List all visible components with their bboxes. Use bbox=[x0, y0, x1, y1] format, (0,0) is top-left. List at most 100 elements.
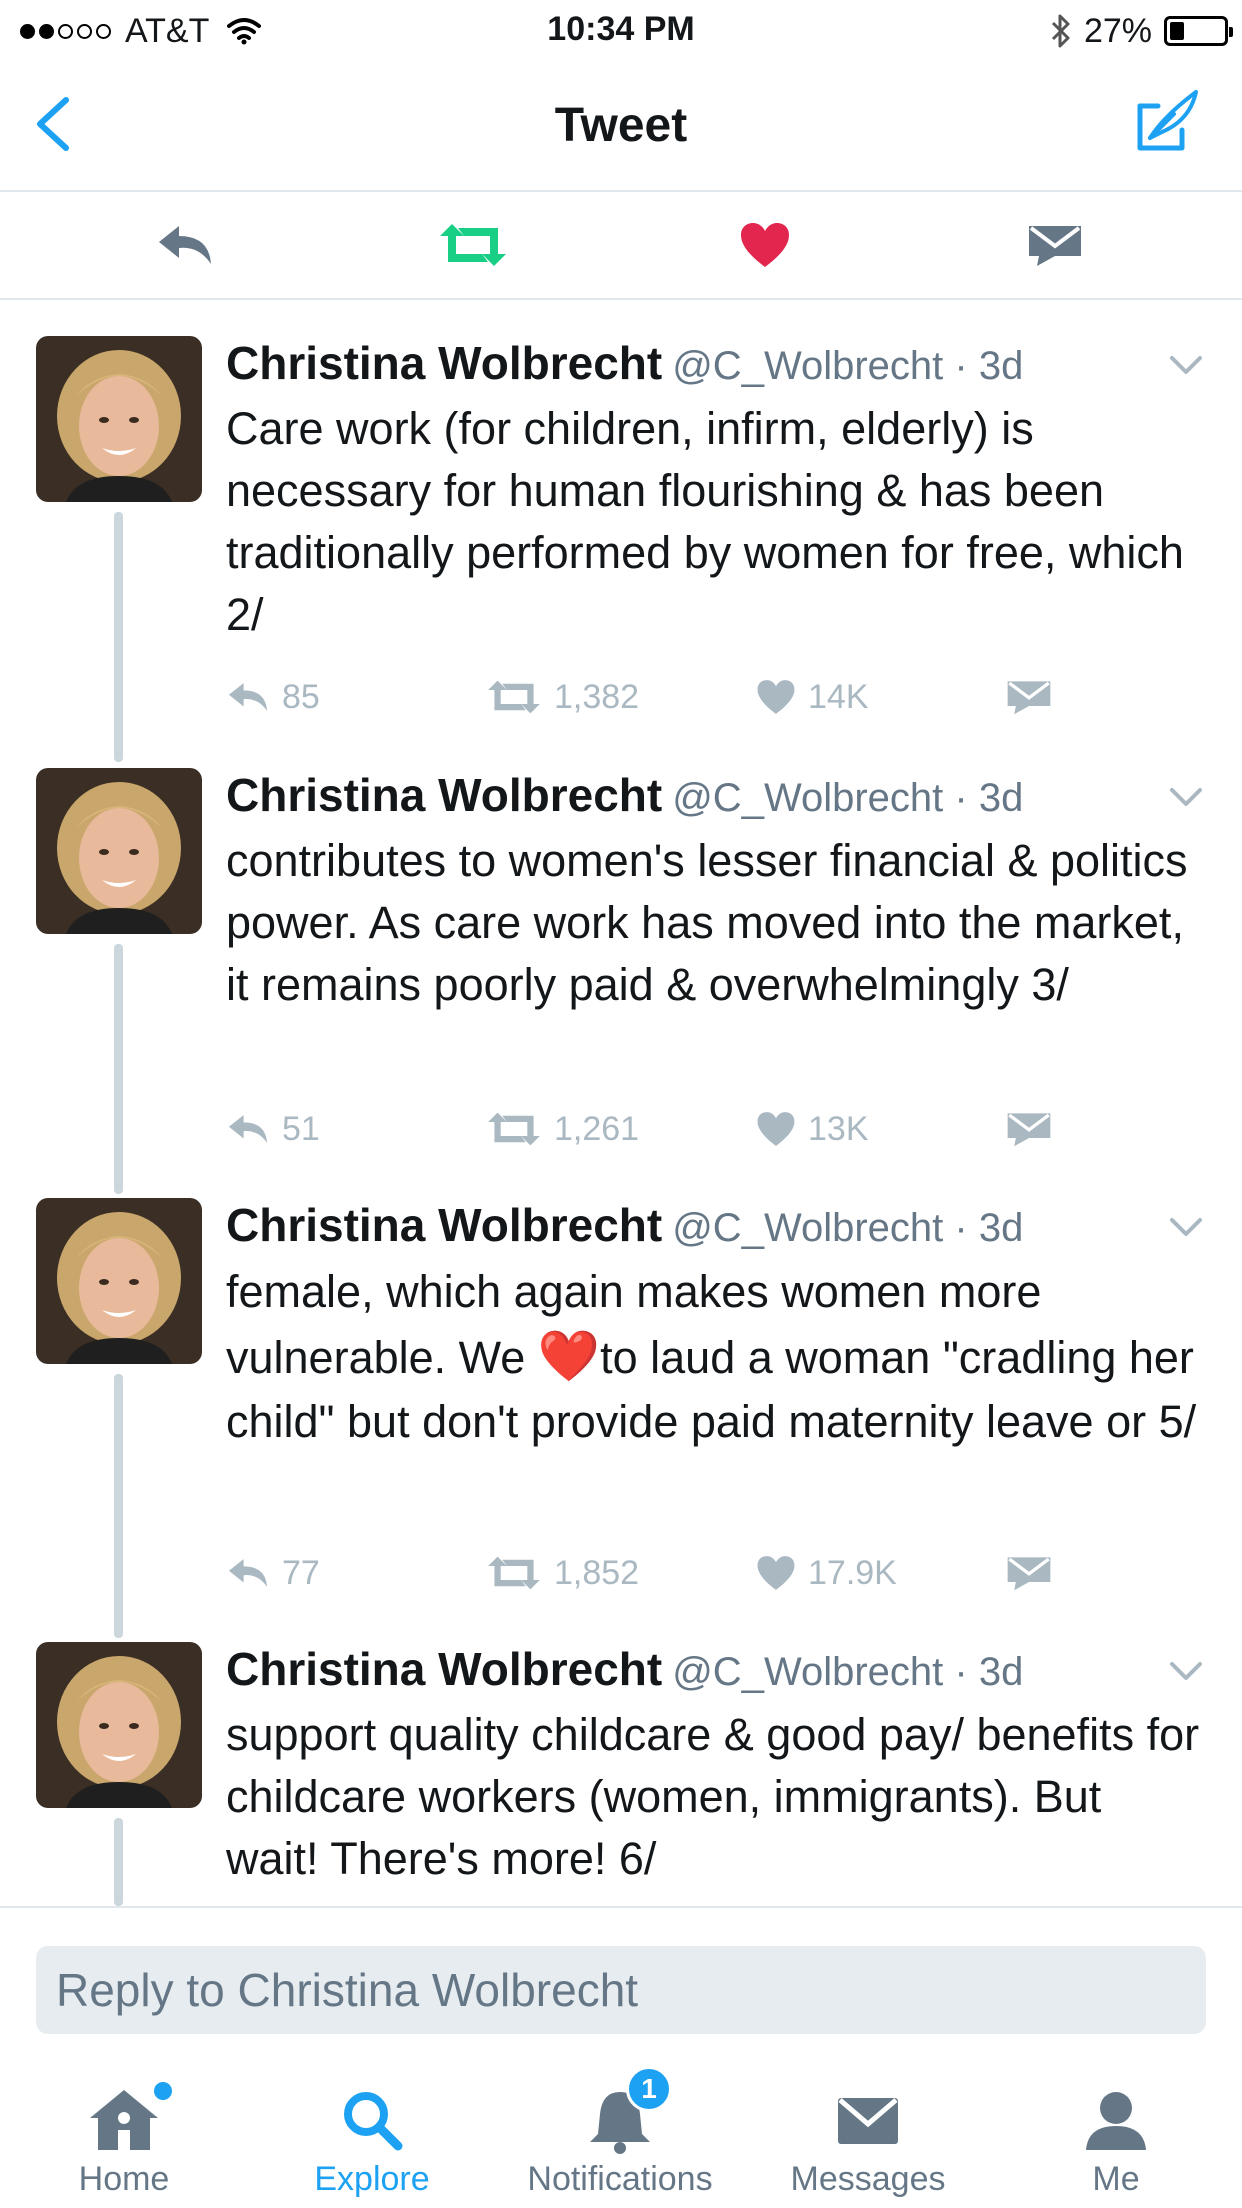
tweet-text: contributes to women's lesser financial … bbox=[226, 835, 1188, 1010]
like-count: 14K bbox=[808, 677, 869, 716]
retweet-action[interactable]: 1,261 bbox=[486, 1102, 639, 1156]
like-action[interactable]: 13K bbox=[756, 1102, 869, 1156]
avatar[interactable] bbox=[36, 1198, 202, 1364]
tweet-header: Christina Wolbrecht @C_Wolbrecht · 3d bbox=[226, 1642, 1222, 1702]
avatar[interactable] bbox=[36, 336, 202, 502]
reply-count: 51 bbox=[282, 1109, 320, 1148]
tab-label: Messages bbox=[790, 2160, 946, 2198]
avatar[interactable] bbox=[36, 1642, 202, 1808]
envelope-icon bbox=[838, 2098, 898, 2144]
avatar-image bbox=[36, 1198, 202, 1364]
thread-line bbox=[114, 944, 123, 1194]
avatar[interactable] bbox=[36, 768, 202, 934]
tab-label: Home bbox=[78, 2160, 170, 2198]
retweet-button[interactable] bbox=[438, 210, 508, 280]
reply-icon bbox=[228, 683, 268, 711]
home-icon bbox=[90, 2090, 158, 2150]
chevron-down-icon[interactable] bbox=[1166, 1212, 1206, 1242]
thread-line bbox=[114, 1374, 123, 1638]
like-action[interactable]: 14K bbox=[756, 670, 869, 724]
reply-icon bbox=[159, 226, 211, 264]
tweet[interactable]: Christina Wolbrecht @C_Wolbrecht · 3d Car… bbox=[0, 336, 1242, 766]
tab-me[interactable]: Me bbox=[992, 2040, 1240, 2208]
retweet-icon bbox=[488, 1112, 540, 1146]
tweet-header: Christina Wolbrecht @C_Wolbrecht · 3d bbox=[226, 768, 1222, 828]
tweet-actions: 77 1,852 17.9K bbox=[226, 1546, 1126, 1600]
nav-bar: Tweet bbox=[0, 62, 1242, 192]
tweet[interactable]: Christina Wolbrecht @C_Wolbrecht · 3d sup… bbox=[0, 1642, 1242, 1906]
reply-button[interactable] bbox=[150, 210, 220, 280]
like-icon bbox=[757, 1556, 795, 1590]
like-count: 13K bbox=[808, 1109, 869, 1148]
author-handle: @C_Wolbrecht · 3d bbox=[672, 1206, 1024, 1250]
dm-action[interactable] bbox=[1006, 1102, 1052, 1156]
thread-line bbox=[114, 1818, 123, 1906]
author-name[interactable]: Christina Wolbrecht bbox=[226, 1643, 662, 1695]
author-name[interactable]: Christina Wolbrecht bbox=[226, 337, 662, 389]
heart-emoji: ❤️ bbox=[537, 1328, 601, 1384]
bluetooth-icon bbox=[1051, 14, 1070, 48]
tab-home[interactable]: Home bbox=[0, 2040, 248, 2208]
person-icon bbox=[1086, 2092, 1146, 2150]
reply-input[interactable]: Reply to Christina Wolbrecht bbox=[36, 1946, 1206, 2034]
tweet-actions: 51 1,261 13K bbox=[226, 1102, 1126, 1156]
page-title: Tweet bbox=[554, 99, 688, 152]
battery-level bbox=[1170, 22, 1185, 40]
like-icon bbox=[757, 1112, 795, 1146]
reply-action[interactable]: 77 bbox=[226, 1546, 320, 1600]
retweet-icon bbox=[488, 1556, 540, 1590]
like-action[interactable]: 17.9K bbox=[756, 1546, 897, 1600]
author-handle: @C_Wolbrecht · 3d bbox=[672, 776, 1024, 820]
avatar-image bbox=[36, 336, 202, 502]
retweet-icon bbox=[488, 680, 540, 714]
battery-percent: 27% bbox=[1083, 11, 1152, 50]
dm-action[interactable] bbox=[1006, 1546, 1052, 1600]
reply-action[interactable]: 85 bbox=[226, 670, 320, 724]
reply-count: 77 bbox=[282, 1553, 320, 1592]
author-handle: @C_Wolbrecht · 3d bbox=[672, 1650, 1024, 1694]
avatar-image bbox=[36, 1642, 202, 1808]
notification-badge: 1 bbox=[626, 2066, 672, 2112]
retweet-action[interactable]: 1,382 bbox=[486, 670, 639, 724]
tab-notifications[interactable]: 1 Notifications bbox=[496, 2040, 744, 2208]
author-handle: @C_Wolbrecht · 3d bbox=[672, 344, 1024, 388]
new-content-dot bbox=[154, 2082, 172, 2100]
tweet[interactable]: Christina Wolbrecht @C_Wolbrecht · 3d fem… bbox=[0, 1198, 1242, 1642]
chevron-down-icon[interactable] bbox=[1166, 782, 1206, 812]
tweet-action-bar bbox=[0, 192, 1242, 300]
compose-icon[interactable] bbox=[1130, 86, 1202, 158]
dm-action[interactable] bbox=[1006, 670, 1052, 724]
search-icon bbox=[344, 2092, 403, 2151]
reply-icon bbox=[228, 1559, 268, 1587]
tab-explore[interactable]: Explore bbox=[248, 2040, 496, 2208]
tweet-text: female, which again makes women more vul… bbox=[226, 1260, 1206, 1454]
like-icon bbox=[741, 223, 789, 267]
like-icon bbox=[757, 680, 795, 714]
dm-icon bbox=[1007, 681, 1051, 715]
dm-icon bbox=[1007, 1113, 1051, 1147]
status-bar: AT&T 10:34 PM 27% bbox=[0, 0, 1242, 62]
retweet-action[interactable]: 1,852 bbox=[486, 1546, 639, 1600]
chevron-down-icon[interactable] bbox=[1166, 350, 1206, 380]
tab-label: Explore bbox=[314, 2160, 430, 2198]
author-name[interactable]: Christina Wolbrecht bbox=[226, 1199, 662, 1251]
like-count: 17.9K bbox=[808, 1553, 897, 1592]
chevron-down-icon[interactable] bbox=[1166, 1656, 1206, 1686]
retweet-count: 1,382 bbox=[554, 677, 640, 716]
dm-button[interactable] bbox=[1020, 210, 1090, 280]
dm-icon bbox=[1029, 226, 1081, 266]
tweet[interactable]: Christina Wolbrecht @C_Wolbrecht · 3d con… bbox=[0, 768, 1242, 1198]
retweet-icon bbox=[440, 224, 506, 266]
reply-icon bbox=[228, 1115, 268, 1143]
like-button[interactable] bbox=[730, 210, 800, 280]
tweet-header: Christina Wolbrecht @C_Wolbrecht · 3d bbox=[226, 1198, 1222, 1258]
reply-action[interactable]: 51 bbox=[226, 1102, 320, 1156]
author-name[interactable]: Christina Wolbrecht bbox=[226, 769, 662, 821]
reply-bar: Reply to Christina Wolbrecht bbox=[0, 1906, 1242, 2036]
dm-icon bbox=[1007, 1557, 1051, 1591]
battery-icon bbox=[1164, 16, 1233, 46]
retweet-count: 1,261 bbox=[554, 1109, 640, 1148]
tab-messages[interactable]: Messages bbox=[744, 2040, 992, 2208]
reply-count: 85 bbox=[282, 677, 320, 716]
tweet-text: Care work (for children, infirm, elderly… bbox=[226, 403, 1184, 640]
